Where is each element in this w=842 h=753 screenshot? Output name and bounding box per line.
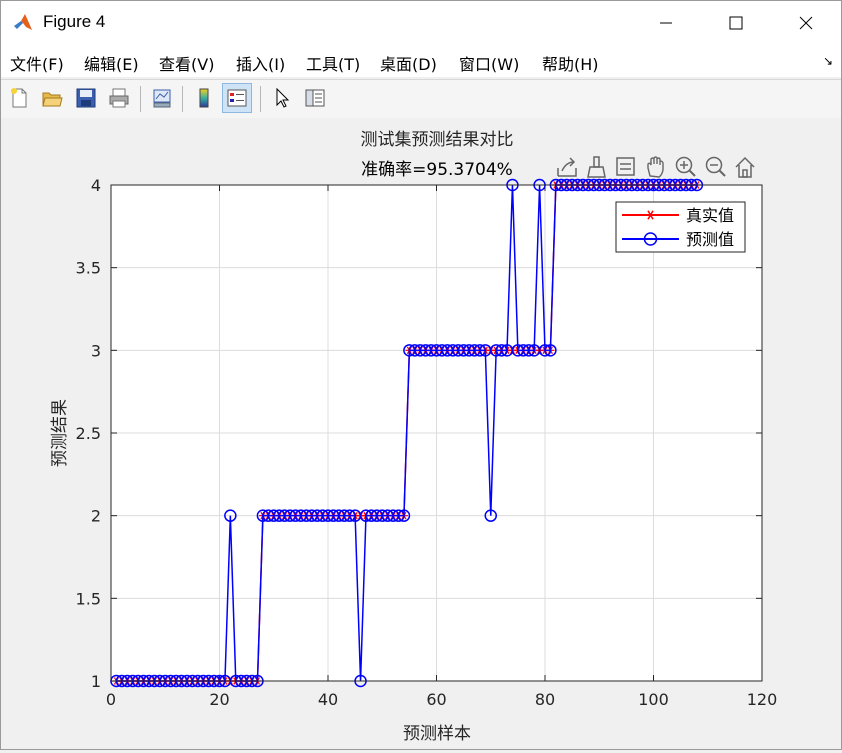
property-editor-button[interactable]	[300, 83, 330, 113]
close-icon	[799, 16, 813, 30]
legend-button[interactable]	[222, 83, 252, 113]
x-tick-label: 40	[318, 690, 338, 709]
title-bar[interactable]: Figure 4	[1, 1, 841, 45]
zoom-out-icon[interactable]	[705, 156, 726, 177]
y-tick-label: 3.5	[76, 259, 101, 278]
figure-canvas: 0 20 40 60 80 100 120 1 1.5 2 2.5 3 3.5 4 测试集预测结果对比 准…	[1, 118, 841, 749]
x-tick-label: 120	[747, 690, 778, 709]
menu-bar: 文件(F) 编辑(E) 查看(V) 插入(I) 工具(T) 桌面(D) 窗口(W…	[1, 45, 841, 77]
pointer-icon	[276, 87, 290, 108]
close-button[interactable]	[771, 1, 841, 45]
window-title: Figure 4	[43, 12, 106, 31]
x-axis-label: 预测样本	[403, 724, 471, 744]
menu-help[interactable]: 帮助(H)	[542, 51, 599, 75]
colorbar-button[interactable]	[189, 83, 219, 113]
property-editor-icon	[305, 89, 325, 107]
y-tick-label: 4	[91, 176, 101, 195]
chart-title: 测试集预测结果对比	[361, 130, 514, 150]
legend[interactable]: 真实值 预测值	[615, 201, 746, 253]
maximize-icon	[729, 16, 743, 30]
minimize-icon	[660, 22, 672, 24]
axes-toolbar	[557, 156, 755, 178]
y-axis-label: 预测结果	[50, 399, 70, 467]
menu-file[interactable]: 文件(F)	[10, 51, 64, 75]
x-tick-label: 60	[426, 690, 446, 709]
y-tick-label: 3	[91, 341, 101, 360]
home-icon[interactable]	[735, 156, 755, 178]
legend-true-label: 真实值	[686, 206, 734, 225]
menu-tools[interactable]: 工具(T)	[306, 51, 360, 75]
pointer-button[interactable]	[267, 83, 297, 113]
new-figure-icon	[11, 88, 27, 108]
menu-desktop[interactable]: 桌面(D)	[380, 51, 437, 75]
x-tick-label: 20	[209, 690, 229, 709]
new-figure-button[interactable]	[4, 83, 34, 113]
x-tick-label: 80	[535, 690, 555, 709]
menu-insert[interactable]: 插入(I)	[236, 51, 285, 75]
figure-window: Figure 4 文件(F) 编辑(E) 查看(V) 插入(I) 工具(T) 桌…	[0, 0, 842, 750]
menu-edit[interactable]: 编辑(E)	[84, 51, 139, 75]
open-file-button[interactable]	[37, 83, 67, 113]
y-tick-label: 1.5	[76, 589, 101, 608]
datatip-icon[interactable]	[616, 157, 635, 176]
zoom-in-icon[interactable]	[675, 156, 696, 177]
y-tick-label: 1	[91, 672, 101, 691]
link-plot-button[interactable]	[147, 83, 177, 113]
legend-pred-label: 预测值	[686, 230, 734, 249]
print-button[interactable]	[104, 83, 134, 113]
menu-window[interactable]: 窗口(W)	[459, 51, 519, 75]
maximize-button[interactable]	[701, 1, 771, 45]
open-file-icon	[42, 92, 63, 107]
colorbar-icon	[199, 88, 209, 108]
export-icon[interactable]	[557, 157, 577, 177]
save-button[interactable]	[71, 83, 101, 113]
print-icon	[109, 88, 129, 108]
plot-svg[interactable]: 0 20 40 60 80 100 120 1 1.5 2 2.5 3 3.5 4 测试集预测结果对比 准…	[1, 118, 841, 749]
x-tick-label: 0	[106, 690, 116, 709]
save-icon	[76, 88, 96, 108]
y-tick-label: 2	[91, 507, 101, 526]
y-tick-label: 2.5	[76, 424, 101, 443]
chart-subtitle: 准确率=95.3704%	[361, 160, 513, 180]
legend-icon	[227, 89, 247, 107]
link-plot-icon	[153, 89, 171, 108]
brush-icon[interactable]	[587, 156, 606, 178]
menu-view[interactable]: 查看(V)	[159, 51, 214, 75]
minimize-button[interactable]	[631, 1, 701, 45]
pan-icon[interactable]	[647, 156, 664, 178]
matlab-logo-icon	[13, 13, 33, 33]
figure-toolbar	[1, 79, 841, 119]
dock-arrow-icon[interactable]: ↘	[823, 54, 833, 68]
x-tick-label: 100	[638, 690, 669, 709]
